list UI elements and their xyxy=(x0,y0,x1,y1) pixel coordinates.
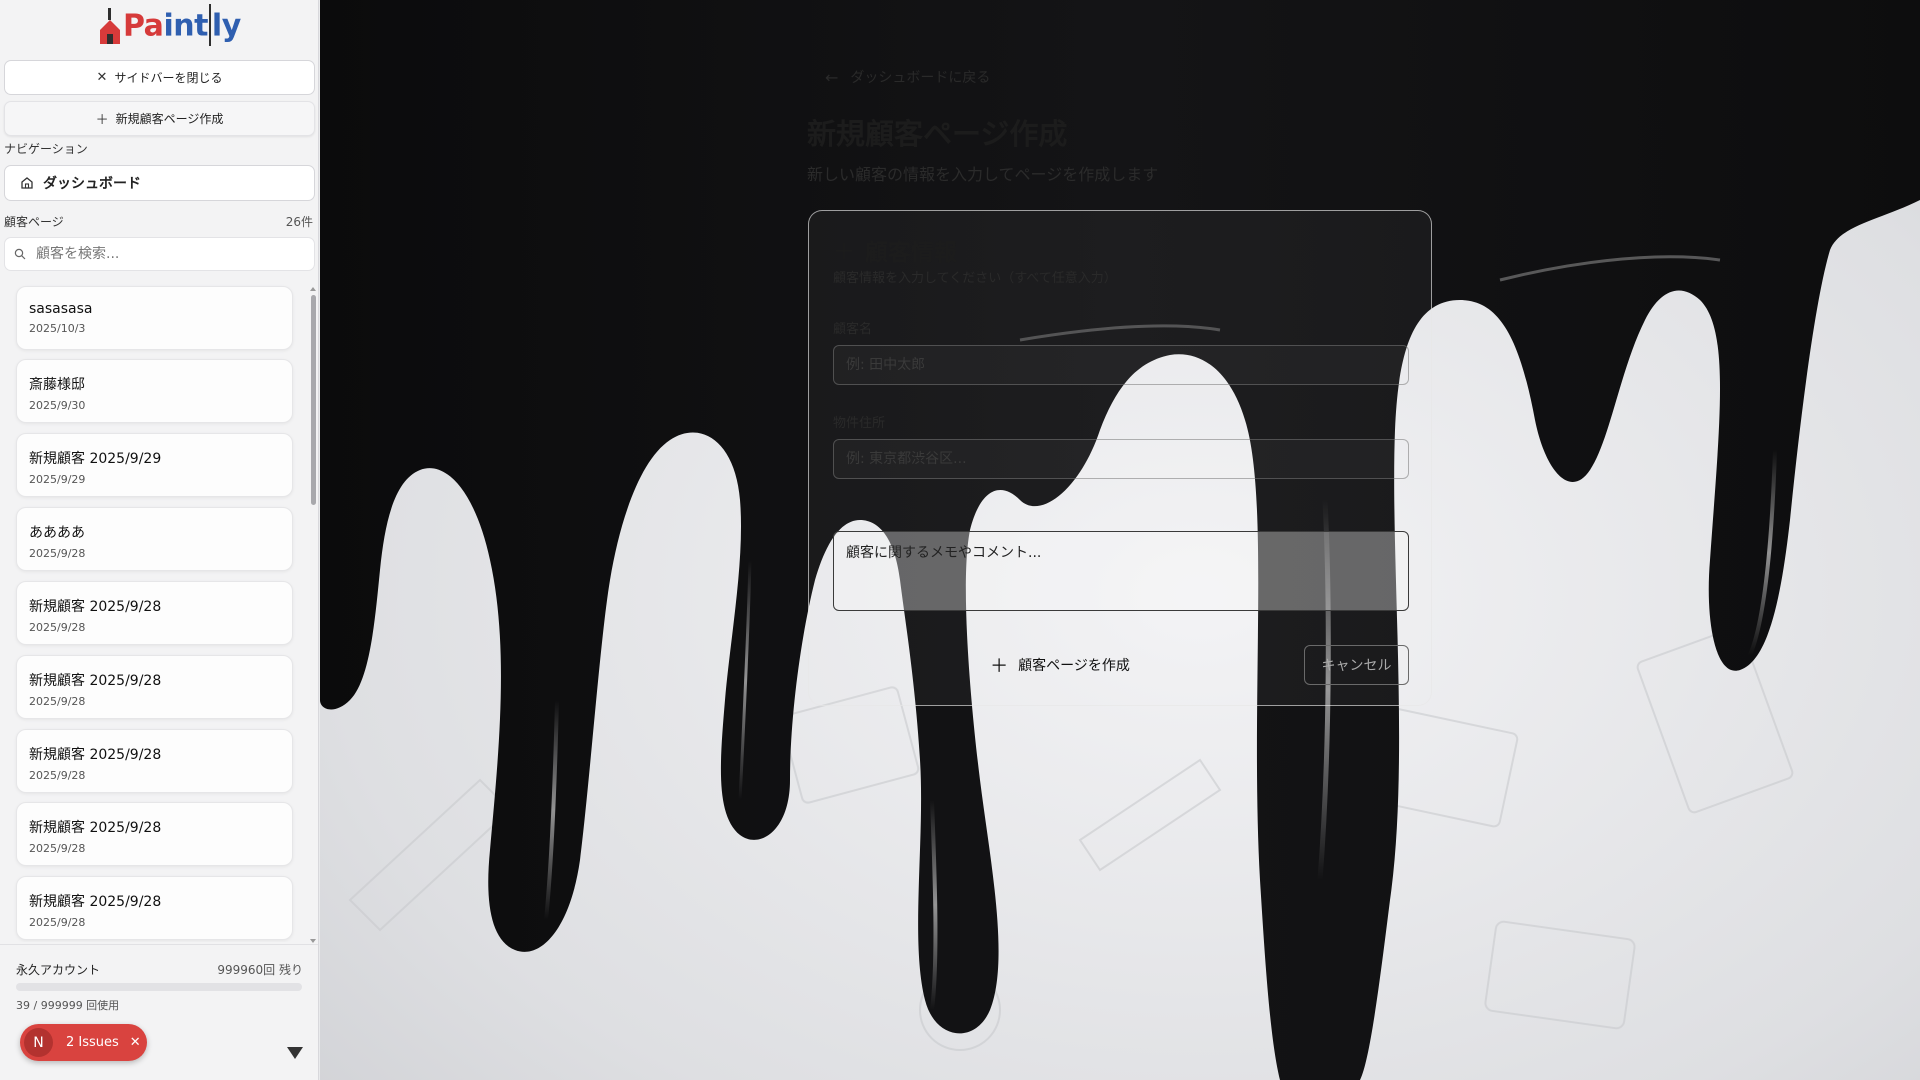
customer-name: 新規顧客 2025/9/28 xyxy=(29,747,162,763)
customer-list-scrollbar[interactable] xyxy=(310,283,317,943)
customer-list-item[interactable]: 斎藤様邸 2025/9/30 xyxy=(16,359,293,423)
close-sidebar-label: サイドバーを閉じる xyxy=(114,71,223,85)
cancel-button[interactable]: キャンセル xyxy=(1304,645,1409,685)
customer-name: sasasasa xyxy=(29,301,93,317)
customer-info-card: ＋ 顧客情報 顧客情報を入力してください（すべて任意入力） 顧客名 物件住所 ＋… xyxy=(808,210,1432,706)
new-customer-page-label: 新規顧客ページ作成 xyxy=(115,112,224,126)
home-icon xyxy=(21,177,33,189)
customer-name-label: 顧客名 xyxy=(833,322,873,337)
issues-badge[interactable]: N 2 Issues ✕ xyxy=(20,1024,147,1061)
arrow-left-icon: ← xyxy=(825,67,839,87)
close-sidebar-button[interactable]: ✕ サイドバーを閉じる xyxy=(4,60,315,95)
customer-list-item[interactable]: 新規顧客 2025/9/28 2025/9/28 xyxy=(16,876,293,940)
notes-field[interactable] xyxy=(833,531,1409,611)
create-customer-page-button[interactable]: ＋ 顧客ページを作成 xyxy=(833,645,1287,685)
back-label: ダッシュボードに戻る xyxy=(850,70,991,86)
issues-label: 2 Issues xyxy=(66,1035,119,1050)
scroll-up-icon[interactable] xyxy=(310,287,316,291)
issues-avatar: N xyxy=(24,1028,53,1057)
scrollbar-thumb[interactable] xyxy=(311,295,316,505)
back-to-dashboard-link[interactable]: ← ダッシュボードに戻る xyxy=(825,67,990,87)
customer-name: ああああ xyxy=(29,525,85,541)
plus-icon: ＋ xyxy=(95,113,109,128)
page-subtitle: 新しい顧客の情報を入力してページを作成します xyxy=(807,165,1159,184)
app-logo[interactable]: Paint ly xyxy=(98,4,241,49)
customer-date: 2025/9/28 xyxy=(29,547,86,560)
plus-icon: ＋ xyxy=(990,656,1009,676)
customer-search-input[interactable] xyxy=(36,246,296,262)
customer-name: 新規顧客 2025/9/28 xyxy=(29,820,162,836)
close-icon: ✕ xyxy=(96,70,108,85)
property-address-field[interactable] xyxy=(833,439,1409,479)
customer-name: 新規顧客 2025/9/29 xyxy=(29,451,162,467)
main-content: ← ダッシュボードに戻る 新規顧客ページ作成 新しい顧客の情報を入力してページを… xyxy=(320,0,1920,1080)
page-title: 新規顧客ページ作成 xyxy=(807,117,1068,151)
account-remaining: 999960回 残り xyxy=(217,963,303,977)
card-description: 顧客情報を入力してください（すべて任意入力） xyxy=(833,271,1117,286)
customer-list-item[interactable]: 新規顧客 2025/9/29 2025/9/29 xyxy=(16,433,293,497)
customer-list: sasasasa 2025/10/3 斎藤様邸 2025/9/30 新規顧客 2… xyxy=(0,282,310,942)
customer-date: 2025/9/28 xyxy=(29,842,86,855)
customer-date: 2025/9/28 xyxy=(29,621,86,634)
account-usage: 39 / 999999 回使用 xyxy=(16,999,120,1012)
customer-search xyxy=(4,237,315,271)
card-title-text: 顧客情報 xyxy=(865,240,958,266)
card-title: ＋ 顧客情報 xyxy=(833,233,957,267)
house-brush-icon xyxy=(100,8,120,44)
app-name: Paint ly xyxy=(123,4,241,48)
customer-date: 2025/9/28 xyxy=(29,769,86,782)
customer-name: 新規顧客 2025/9/28 xyxy=(29,599,162,615)
create-label: 顧客ページを作成 xyxy=(1018,657,1130,673)
account-title: 永久アカウント xyxy=(16,963,101,977)
chevron-down-icon[interactable] xyxy=(287,1047,303,1059)
customer-name: 斎藤様邸 xyxy=(29,377,85,393)
customers-section-label: 顧客ページ xyxy=(4,215,64,229)
customer-date: 2025/10/3 xyxy=(29,322,86,335)
usage-progress-bar xyxy=(16,983,302,991)
property-address-label: 物件住所 xyxy=(833,416,886,431)
sidebar: Paint ly ✕ サイドバーを閉じる ＋ 新規顧客ページ作成 ナビゲーション … xyxy=(0,0,319,1080)
customer-list-item[interactable]: 新規顧客 2025/9/28 2025/9/28 xyxy=(16,581,293,645)
customer-date: 2025/9/29 xyxy=(29,473,86,486)
scroll-down-icon[interactable] xyxy=(310,939,316,943)
customer-name-field[interactable] xyxy=(833,345,1409,385)
customer-date: 2025/9/30 xyxy=(29,399,86,412)
close-icon[interactable]: ✕ xyxy=(130,1035,141,1050)
customer-list-item[interactable]: 新規顧客 2025/9/28 2025/9/28 xyxy=(16,802,293,866)
customer-list-item[interactable]: 新規顧客 2025/9/28 2025/9/28 xyxy=(16,655,293,719)
customer-date: 2025/9/28 xyxy=(29,695,86,708)
customer-list-item[interactable]: sasasasa 2025/10/3 xyxy=(16,286,293,350)
customer-list-item[interactable]: ああああ 2025/9/28 xyxy=(16,507,293,571)
customer-list-item[interactable]: 新規顧客 2025/9/28 2025/9/28 xyxy=(16,729,293,793)
customer-date: 2025/9/28 xyxy=(29,916,86,929)
sidebar-item-label: ダッシュボード xyxy=(43,176,141,192)
plus-icon: ＋ xyxy=(833,240,856,265)
customers-count: 26件 xyxy=(285,215,313,229)
search-icon xyxy=(14,248,26,260)
new-customer-page-button[interactable]: ＋ 新規顧客ページ作成 xyxy=(4,101,315,136)
customer-name: 新規顧客 2025/9/28 xyxy=(29,673,162,689)
customer-name: 新規顧客 2025/9/28 xyxy=(29,894,162,910)
sidebar-item-dashboard[interactable]: ダッシュボード xyxy=(4,165,315,201)
nav-section-label: ナビゲーション xyxy=(4,142,88,156)
